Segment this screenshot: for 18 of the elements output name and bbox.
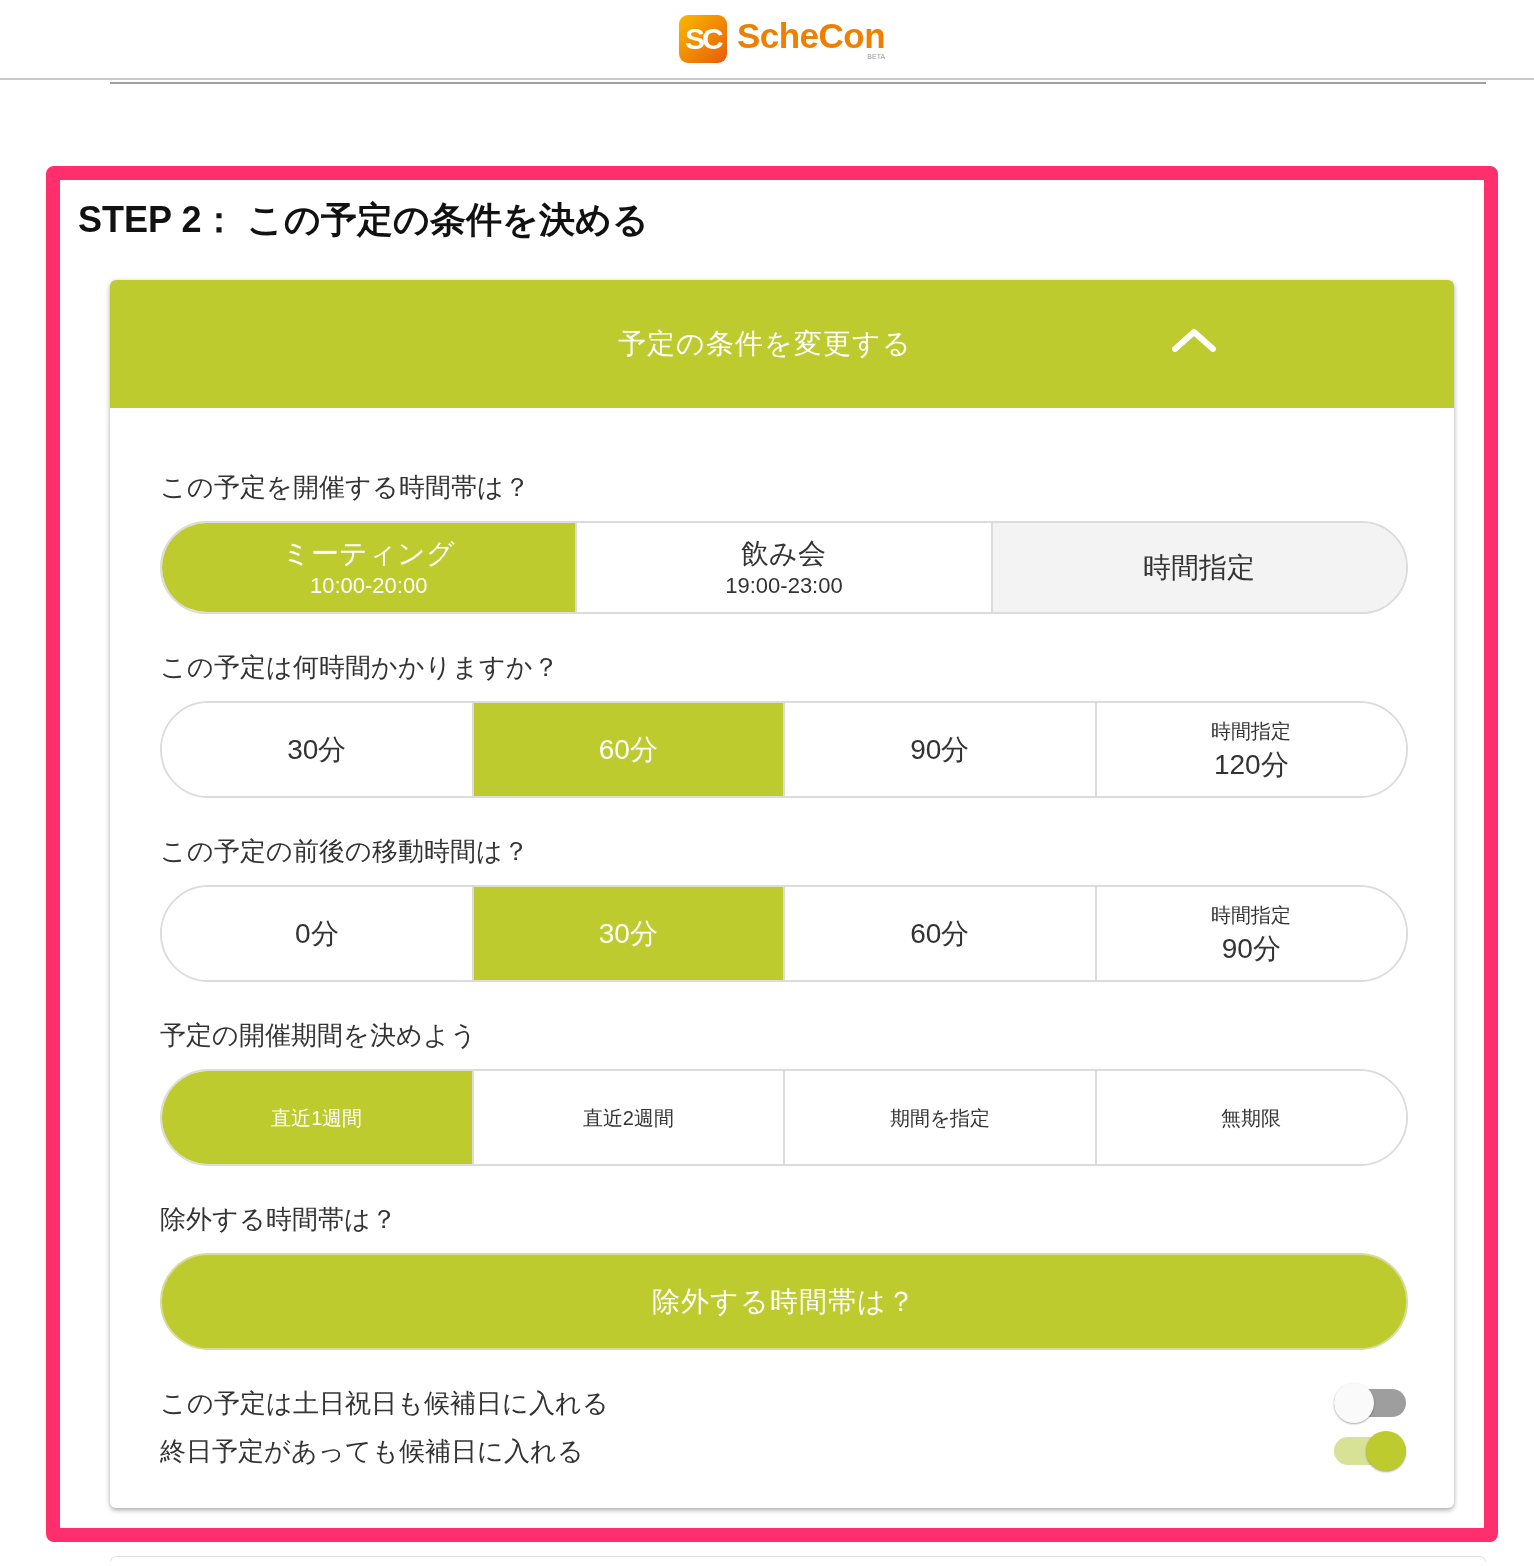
option-segment[interactable]: 無期限 xyxy=(1094,1071,1406,1164)
option-segment[interactable]: 時間指定 90分 xyxy=(1094,887,1406,980)
toggle-switch[interactable] xyxy=(1334,1383,1406,1423)
toggle-label: 終日予定があっても候補日に入れる xyxy=(160,1434,584,1468)
toggle-label: この予定は土日祝日も候補日に入れる xyxy=(160,1386,609,1420)
panel-title: 予定の条件を変更する xyxy=(618,327,912,361)
option-segment[interactable]: 時間指定 120分 xyxy=(1094,703,1406,796)
question-label: 除外する時間帯は？ xyxy=(160,1203,398,1236)
logo-mark: SC xyxy=(678,15,727,63)
question-label: この予定を開催する時間帯は？ xyxy=(160,471,531,504)
question-label: この予定の前後の移動時間は？ xyxy=(160,835,530,868)
option-segment[interactable]: 時間指定 xyxy=(990,523,1406,612)
question-label: 予定の開催期間を決めよう xyxy=(160,1019,478,1052)
toggle-switch[interactable] xyxy=(1334,1431,1406,1471)
chevron-up-icon[interactable] xyxy=(1172,328,1216,352)
question-label: この予定は何時間かかりますか？ xyxy=(160,651,560,684)
logo-text: ScheCon xyxy=(736,17,886,55)
step-title: STEP 2： この予定の条件を決める xyxy=(78,198,651,242)
